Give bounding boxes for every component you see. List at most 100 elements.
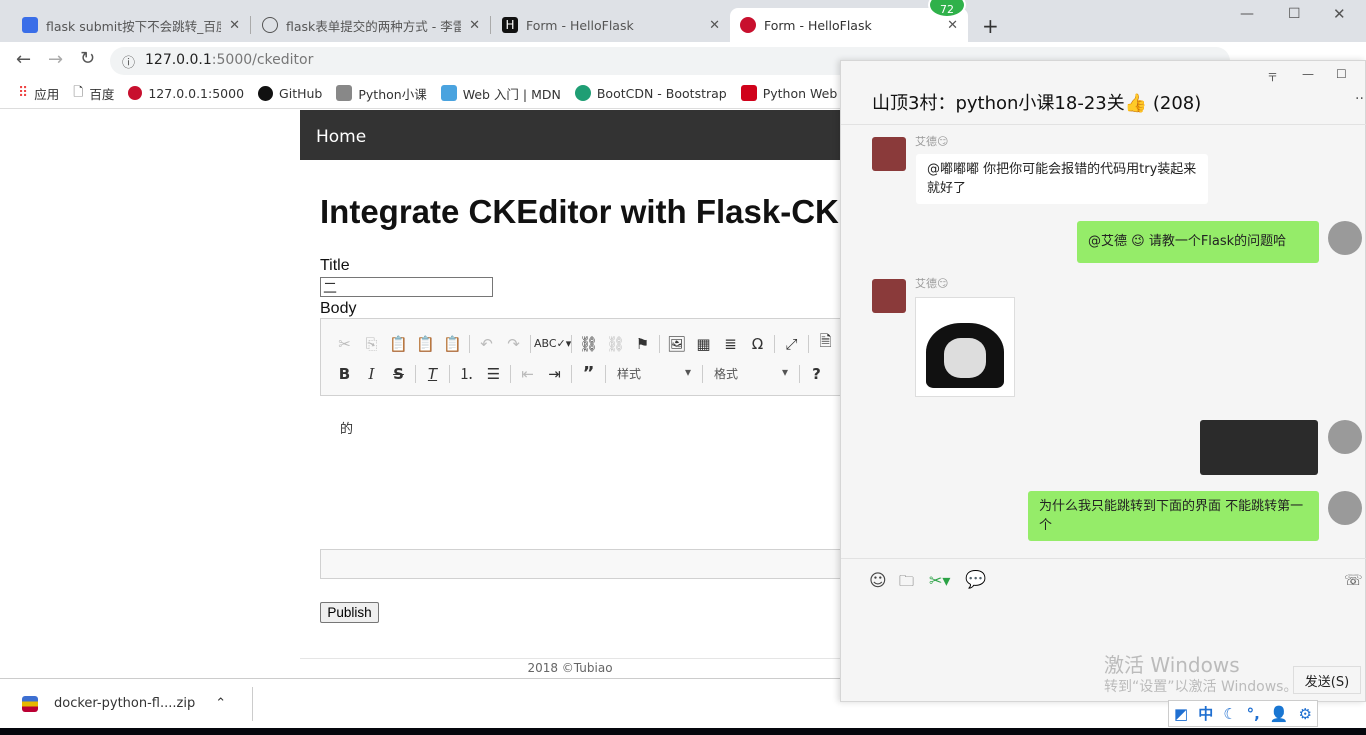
user-icon[interactable]: 👤: [1270, 705, 1289, 723]
punctuation-icon[interactable]: °,: [1247, 705, 1260, 723]
close-icon[interactable]: ✕: [469, 18, 480, 33]
bookmark-label: Python Web: [762, 85, 838, 101]
close-icon[interactable]: ✕: [947, 18, 958, 33]
ime-toolbar: ◩ 中 ☾ °, 👤 ⚙: [1168, 700, 1318, 727]
close-icon[interactable]: ✕: [709, 18, 720, 33]
title-input[interactable]: 二: [320, 277, 493, 297]
copy-icon[interactable]: ⎘: [358, 335, 385, 353]
watermark-title: 激活 Windows: [1104, 653, 1240, 677]
baidu-icon: [22, 17, 38, 33]
avatar[interactable]: [872, 279, 906, 313]
more-icon[interactable]: ··: [1355, 91, 1364, 107]
source-icon[interactable]: 🗎: [812, 331, 839, 356]
paste-text-icon[interactable]: 📋: [412, 335, 439, 353]
chat-history-icon[interactable]: 💬: [965, 570, 986, 590]
bookmark-baidu[interactable]: 🗋 百度: [73, 83, 114, 104]
back-icon[interactable]: ←: [16, 49, 31, 70]
maximize-button[interactable]: ☐: [1336, 67, 1347, 81]
meme-sticker-image[interactable]: [915, 297, 1015, 397]
bookmark-bootcdn[interactable]: BootCDN - Bootstrap: [574, 85, 727, 101]
horizontal-rule-icon[interactable]: ≣: [717, 335, 744, 353]
bookmark-label: Web 入门 | MDN: [462, 86, 561, 102]
style-combo[interactable]: 样式 ▾: [609, 365, 699, 382]
chevron-up-icon[interactable]: ⌃: [215, 696, 226, 711]
cut-icon[interactable]: ✂: [331, 335, 358, 353]
tab-3[interactable]: H Form - HelloFlask ✕: [492, 8, 730, 42]
bookmark-mdn[interactable]: Web 入门 | MDN: [440, 84, 561, 103]
avatar[interactable]: [872, 137, 906, 171]
indent-icon[interactable]: ⇥: [541, 365, 568, 383]
message-bubble: 为什么我只能跳转到下面的界面 不能跳转第一个: [1028, 491, 1319, 541]
maximize-button[interactable]: ☐: [1288, 6, 1301, 22]
sender-name: 艾德😏: [915, 277, 949, 290]
avatar[interactable]: [1328, 491, 1362, 525]
anchor-flag-icon[interactable]: ⚑: [629, 335, 656, 353]
publish-button[interactable]: Publish: [320, 602, 379, 623]
navbar: Home: [300, 110, 840, 160]
chat-window: 〒 — ☐ 山顶3村：python小课18-23关👍 (208) ·· 艾德😏 …: [840, 60, 1366, 702]
undo-icon[interactable]: ↶: [473, 335, 500, 353]
bookmark-label: GitHub: [279, 85, 323, 101]
minimize-button[interactable]: —: [1240, 6, 1254, 22]
blockquote-icon[interactable]: ”: [575, 363, 602, 384]
redo-icon[interactable]: ↷: [500, 335, 527, 353]
apps-grid-icon: ⠿: [18, 85, 29, 101]
italic-icon[interactable]: I: [358, 365, 385, 383]
gear-icon[interactable]: ⚙: [1299, 705, 1312, 723]
close-window-button[interactable]: ✕: [1333, 5, 1346, 23]
chevron-down-icon: ▾: [684, 365, 691, 379]
bookmark-apps[interactable]: ⠿ 应用: [18, 84, 59, 103]
bookmark-localhost[interactable]: 127.0.0.1:5000: [128, 86, 244, 101]
url-host: 127.0.0.1: [145, 52, 212, 68]
forward-icon[interactable]: →: [48, 49, 63, 70]
page-title: Integrate CKEditor with Flask-CKEditor: [320, 193, 840, 230]
bookmark-pythonweb[interactable]: Python Web: [740, 85, 838, 101]
chevron-down-icon: ▾: [781, 365, 788, 379]
tab-title: Form - HelloFlask: [526, 17, 634, 33]
maximize-icon[interactable]: ⤢: [778, 335, 805, 353]
link-icon[interactable]: ⛓: [575, 335, 602, 353]
moon-icon[interactable]: ☾: [1223, 705, 1236, 723]
download-item[interactable]: docker-python-fl....zip: [54, 696, 195, 711]
avatar[interactable]: [1328, 221, 1362, 255]
nav-home-link[interactable]: Home: [316, 127, 366, 147]
paste-word-icon[interactable]: 📋: [439, 335, 466, 353]
tab-1[interactable]: flask submit按下不会跳转_百度搜索 ✕: [12, 8, 250, 42]
info-icon: ⓘ: [122, 56, 136, 71]
tab-2[interactable]: flask表单提交的两种方式 - 李雷的博客 ✕: [252, 8, 490, 42]
helloflask-h-icon: H: [502, 17, 518, 33]
pin-icon[interactable]: 〒: [1267, 69, 1278, 85]
bookmark-python[interactable]: Python小课: [336, 84, 427, 103]
table-icon[interactable]: ▦: [690, 335, 717, 353]
image-icon[interactable]: 🖼: [663, 335, 690, 353]
numbered-list-icon[interactable]: ⒈: [453, 363, 480, 384]
unlink-icon[interactable]: ⛓: [602, 335, 629, 353]
editor-content[interactable]: 的: [320, 395, 850, 550]
minimize-button[interactable]: —: [1302, 67, 1314, 81]
scissors-screenshot-icon[interactable]: ✂▾: [929, 571, 950, 590]
special-char-omega-icon[interactable]: Ω: [744, 335, 771, 353]
avatar[interactable]: [1328, 420, 1362, 454]
ime-logo-icon[interactable]: ◩: [1174, 705, 1188, 723]
outdent-icon[interactable]: ⇤: [514, 365, 541, 383]
bookmark-github[interactable]: GitHub: [258, 85, 323, 101]
spellcheck-icon[interactable]: ABC✓▾: [534, 337, 571, 350]
bullet-list-icon[interactable]: ☰: [480, 365, 507, 383]
close-icon[interactable]: ✕: [229, 18, 240, 33]
format-combo[interactable]: 格式 ▾: [706, 365, 796, 382]
bookmark-label: Python小课: [358, 86, 427, 102]
remove-format-icon[interactable]: T: [419, 365, 446, 383]
paste-icon[interactable]: 📋: [385, 335, 412, 353]
help-icon[interactable]: ?: [803, 365, 830, 383]
send-button[interactable]: 发送(S): [1293, 666, 1361, 694]
new-tab-button[interactable]: +: [982, 14, 999, 38]
strike-icon[interactable]: S: [385, 365, 412, 383]
folder-icon[interactable]: 🗀: [899, 571, 914, 596]
bold-icon[interactable]: B: [331, 365, 358, 383]
reload-icon[interactable]: ↻: [80, 48, 95, 69]
ime-mode[interactable]: 中: [1198, 703, 1213, 724]
video-call-icon[interactable]: ☏: [1344, 571, 1363, 589]
code-screenshot-image[interactable]: [1200, 420, 1318, 475]
emoji-icon[interactable]: ☺: [869, 571, 887, 591]
format-combo-label: 格式: [714, 367, 739, 381]
